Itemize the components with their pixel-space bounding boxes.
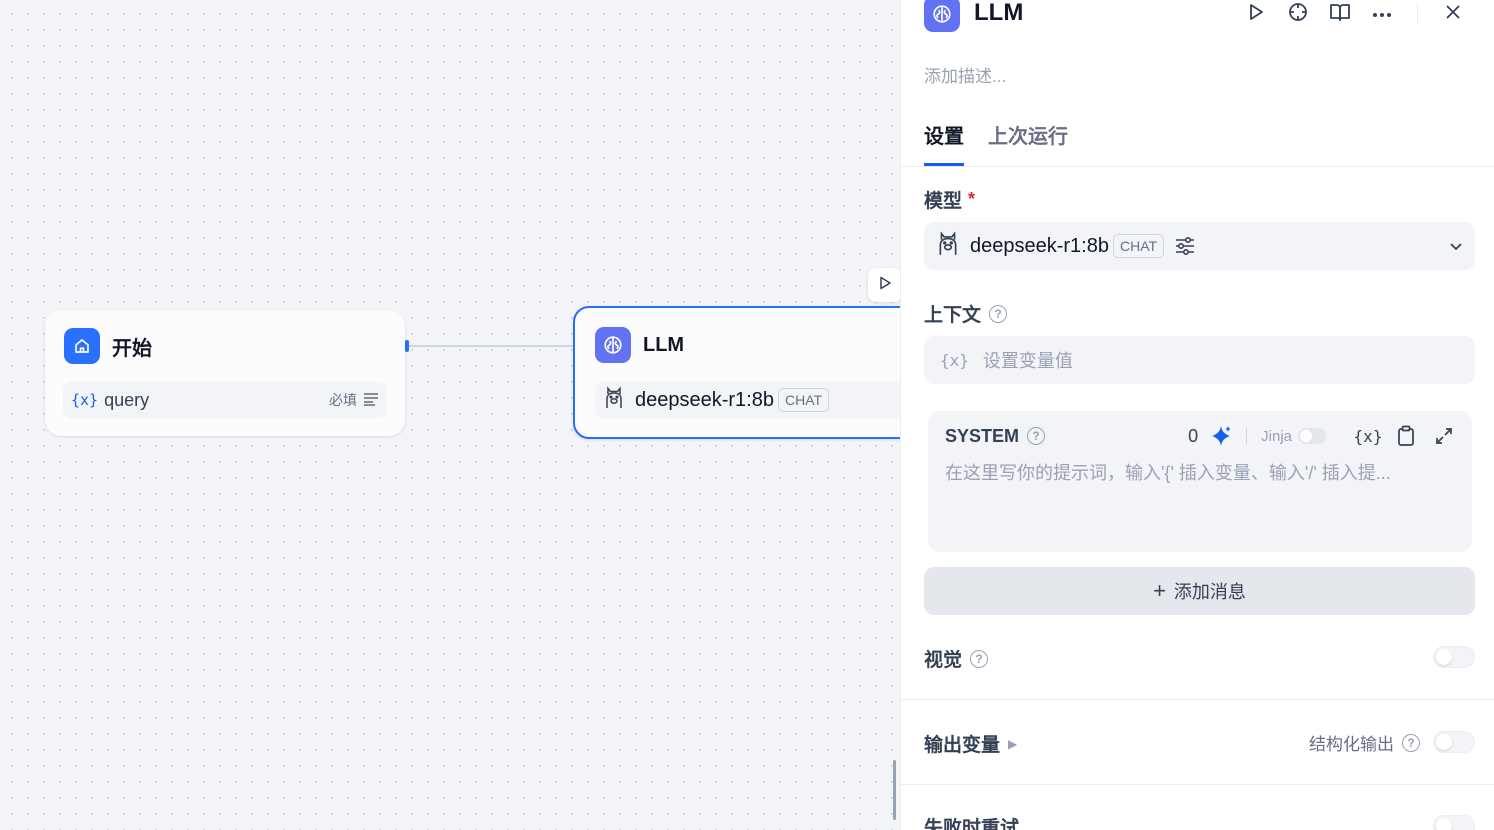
vision-toggle[interactable] xyxy=(1433,646,1475,668)
jinja-toggle[interactable] xyxy=(1298,428,1326,444)
model-params-button[interactable] xyxy=(1174,236,1196,256)
chat-mode-badge: CHAT xyxy=(777,388,830,412)
more-options-button[interactable] xyxy=(1361,0,1403,30)
run-node-button[interactable] xyxy=(868,268,900,302)
plus-icon: + xyxy=(1153,578,1166,603)
sliders-icon xyxy=(1176,236,1195,256)
expand-button[interactable] xyxy=(1430,423,1458,449)
connection-edge[interactable] xyxy=(407,345,573,347)
variable-name: query xyxy=(104,389,150,410)
vision-label: 视觉 xyxy=(924,650,963,671)
retry-toggle[interactable] xyxy=(1433,815,1475,830)
brain-icon xyxy=(924,0,960,32)
text-lines-icon xyxy=(363,392,379,409)
model-name: deepseek-r1:8b xyxy=(635,388,774,411)
required-mark: * xyxy=(968,189,976,209)
crosshair-icon xyxy=(1288,2,1308,27)
panel-title[interactable]: LLM xyxy=(974,0,1023,27)
close-icon xyxy=(1445,4,1461,25)
variable-icon: {x} xyxy=(1353,426,1383,446)
structured-output-row: 结构化输出 ? xyxy=(1309,730,1420,755)
description-input[interactable]: 添加描述... xyxy=(924,62,1006,87)
output-vars-row[interactable]: 输出变量 ▶ xyxy=(924,730,1017,757)
required-label: 必填 xyxy=(329,392,357,408)
selected-model-name: deepseek-r1:8b xyxy=(970,234,1109,257)
help-icon[interactable]: ? xyxy=(970,649,989,668)
model-label-row: 模型 * xyxy=(924,186,975,213)
clipboard-icon xyxy=(1398,425,1414,446)
workflow-canvas[interactable]: 开始 {x} query 必填 LLM deepseek-r1:8b CHAT xyxy=(0,0,900,830)
insert-variable-button[interactable]: {x} xyxy=(1353,423,1383,449)
tabs-divider xyxy=(901,166,1494,167)
retry-label-row: 失败时重试 xyxy=(924,813,1019,830)
start-variable-row[interactable]: {x} query 必填 xyxy=(63,382,387,418)
play-icon xyxy=(1246,2,1266,27)
section-divider xyxy=(901,699,1494,700)
structured-output-toggle[interactable] xyxy=(1433,731,1475,753)
start-output-handle[interactable] xyxy=(405,340,409,352)
model-selector[interactable]: deepseek-r1:8b CHAT xyxy=(924,222,1475,270)
context-label: 上下文 xyxy=(924,305,982,326)
system-prompt-editor[interactable]: SYSTEM ? 0 Jinja {x} 在这里写你的提示词，输入'{' 插入变… xyxy=(928,411,1472,552)
header-divider xyxy=(1417,4,1418,24)
token-count: 0 xyxy=(1188,425,1199,446)
caret-right-icon: ▶ xyxy=(1008,736,1018,751)
system-prompt-title: SYSTEM xyxy=(945,425,1020,446)
jinja-label: Jinja xyxy=(1261,427,1292,445)
close-panel-button[interactable] xyxy=(1432,0,1474,30)
locate-button[interactable] xyxy=(1277,0,1319,30)
help-icon[interactable]: ? xyxy=(1027,427,1046,445)
llama-icon xyxy=(603,385,625,415)
help-icon[interactable]: ? xyxy=(989,304,1008,323)
context-placeholder: 设置变量值 xyxy=(982,351,1073,371)
system-prompt-placeholder: 在这里写你的提示词，输入'{' 插入变量、输入'/' 插入提... xyxy=(945,463,1391,483)
variable-icon: {x} xyxy=(71,391,99,409)
help-docs-button[interactable] xyxy=(1319,0,1361,30)
start-node-title: 开始 xyxy=(112,337,152,360)
llm-node[interactable]: LLM deepseek-r1:8b CHAT xyxy=(573,306,900,439)
start-node[interactable]: 开始 {x} query 必填 xyxy=(45,310,405,436)
copy-button[interactable] xyxy=(1392,423,1420,449)
add-message-button[interactable]: + 添加消息 xyxy=(924,567,1475,615)
llm-model-row: deepseek-r1:8b CHAT xyxy=(595,382,900,418)
section-divider xyxy=(901,784,1494,785)
tab-settings[interactable]: 设置 xyxy=(924,120,964,166)
tool-divider xyxy=(1246,428,1248,444)
panel-header: LLM xyxy=(924,0,1494,32)
sparkle-icon xyxy=(1212,426,1231,446)
help-icon[interactable]: ? xyxy=(1402,733,1420,752)
home-icon xyxy=(64,328,100,364)
vision-label-row: 视觉 ? xyxy=(924,645,989,672)
play-icon xyxy=(878,276,892,295)
context-variable-input[interactable]: {x} 设置变量值 xyxy=(924,336,1475,384)
structured-output-label: 结构化输出 xyxy=(1309,735,1394,754)
model-label: 模型 xyxy=(924,191,963,212)
add-message-label: 添加消息 xyxy=(1173,582,1246,602)
ai-generate-button[interactable] xyxy=(1210,425,1232,447)
retry-label: 失败时重试 xyxy=(924,818,1020,830)
chat-mode-badge: CHAT xyxy=(1112,234,1165,258)
expand-icon xyxy=(1436,428,1452,444)
output-vars-label: 输出变量 xyxy=(924,735,1001,756)
more-horizontal-icon xyxy=(1372,5,1392,23)
chevron-down-icon xyxy=(1449,242,1463,251)
context-label-row: 上下文 ? xyxy=(924,300,1008,327)
llama-icon xyxy=(936,230,960,263)
node-settings-panel: LLM 添加描述... 设置 上次运行 模型 * deepseek-r1:8b … xyxy=(900,0,1494,830)
system-prompt-header: SYSTEM ? 0 Jinja {x} xyxy=(945,423,1458,449)
tab-last-run[interactable]: 上次运行 xyxy=(988,120,1068,166)
panel-tabs: 设置 上次运行 xyxy=(924,120,1068,166)
book-open-icon xyxy=(1329,2,1351,27)
run-step-button[interactable] xyxy=(1235,0,1277,30)
variable-icon: {x} xyxy=(940,350,969,370)
panel-resize-handle[interactable] xyxy=(893,760,896,820)
llm-node-title: LLM xyxy=(643,333,685,356)
brain-icon xyxy=(595,327,631,363)
